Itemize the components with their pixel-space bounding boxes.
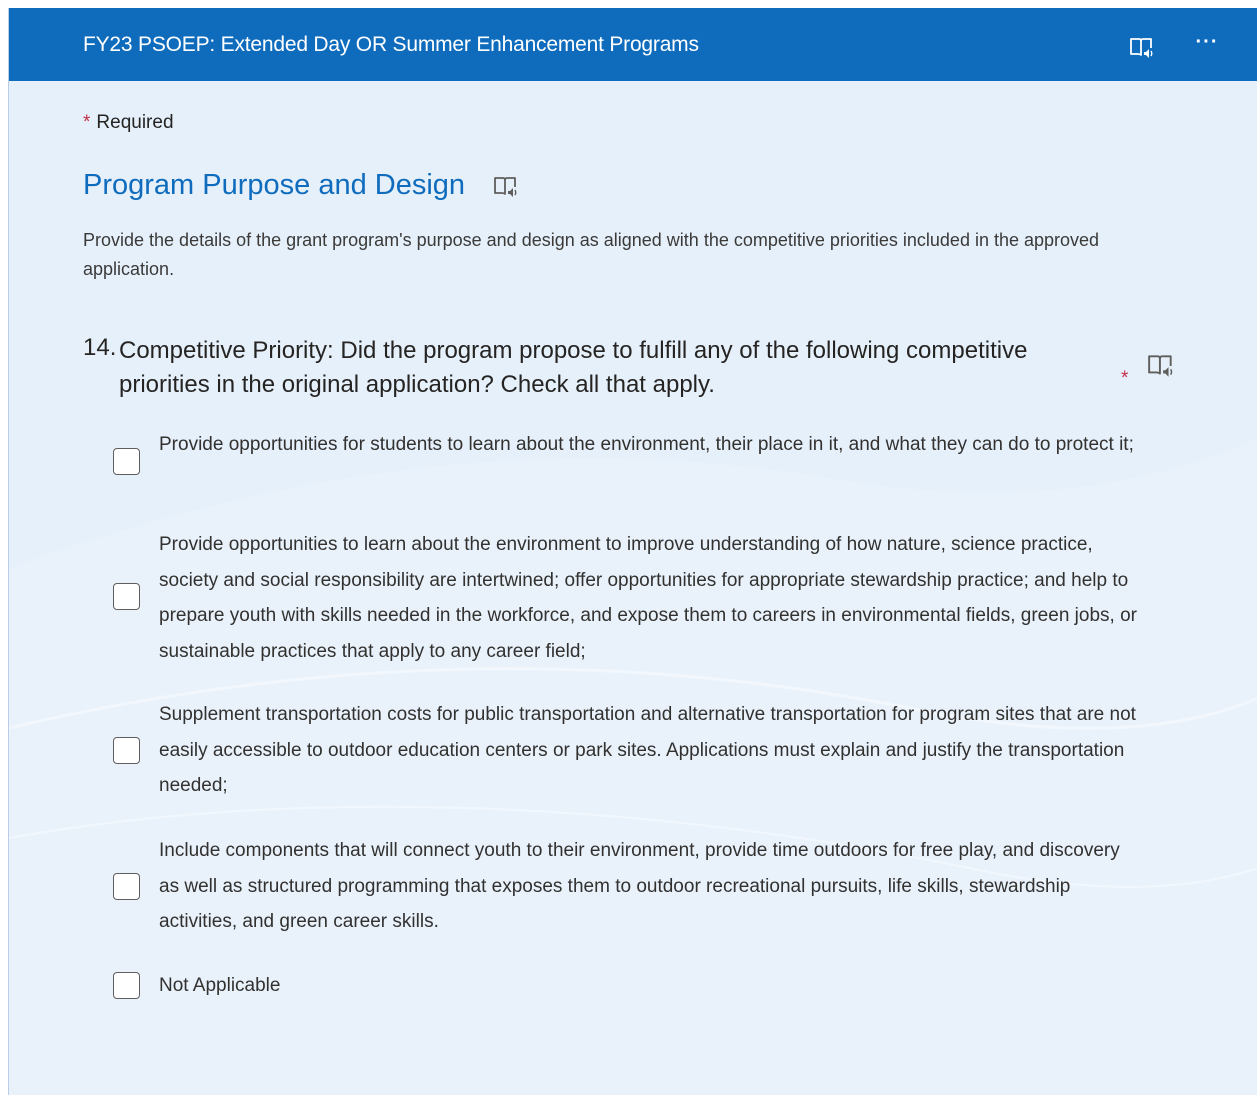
required-text: Required <box>96 112 174 133</box>
option-transportation-costs[interactable]: Supplement transportation costs for publ… <box>113 697 1153 804</box>
form-container: FY23 PSOEP: Extended Day OR Summer Enhan… <box>8 8 1257 1095</box>
checkbox[interactable] <box>113 972 140 999</box>
question-text: Competitive Priority: Did the program pr… <box>119 337 1028 398</box>
question-required-asterisk: * <box>1121 368 1129 389</box>
option-label: Not Applicable <box>159 975 281 996</box>
checkbox[interactable] <box>113 873 140 900</box>
immersive-reader-icon[interactable] <box>1129 36 1155 60</box>
option-label: Include components that will connect you… <box>159 840 1120 932</box>
option-connect-youth[interactable]: Include components that will connect you… <box>113 833 1153 940</box>
option-label: Provide opportunities for students to le… <box>159 434 1134 455</box>
form-header: FY23 PSOEP: Extended Day OR Summer Enhan… <box>9 8 1257 81</box>
question-number: 14. <box>83 334 117 361</box>
checkbox[interactable] <box>113 448 140 475</box>
section-title: Program Purpose and Design <box>83 169 466 201</box>
checkbox[interactable] <box>113 583 140 610</box>
more-options-icon[interactable]: ··· <box>1192 32 1222 56</box>
immersive-reader-icon[interactable] <box>493 175 519 199</box>
option-environment-understanding[interactable]: Provide opportunities to learn about the… <box>113 527 1153 670</box>
section-description: Provide the details of the grant program… <box>83 230 1100 279</box>
required-note: * Required <box>83 112 174 134</box>
required-asterisk: * <box>83 112 91 133</box>
option-label: Provide opportunities to learn about the… <box>159 534 1137 662</box>
immersive-reader-icon[interactable] <box>1147 353 1175 379</box>
option-label: Supplement transportation costs for publ… <box>159 704 1136 796</box>
option-environment-protect[interactable]: Provide opportunities for students to le… <box>113 427 1153 499</box>
option-not-applicable[interactable]: Not Applicable <box>113 968 1153 1004</box>
checkbox[interactable] <box>113 737 140 764</box>
form-title: FY23 PSOEP: Extended Day OR Summer Enhan… <box>83 33 699 56</box>
